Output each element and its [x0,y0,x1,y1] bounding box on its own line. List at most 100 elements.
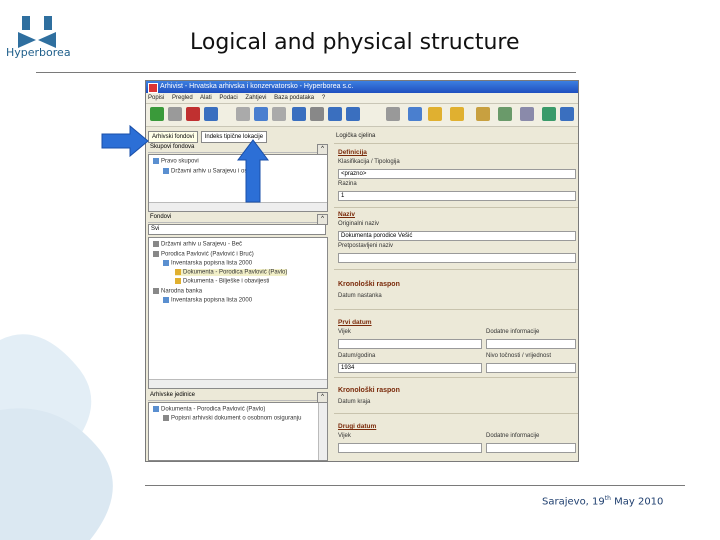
tree-item[interactable]: Inventarska popisna lista 2000 [163,297,252,304]
datum-godina-field[interactable]: 1934 [338,363,482,373]
node-icon [153,241,159,247]
move-up-icon[interactable] [310,107,324,121]
group-icon [163,168,169,174]
folder-icon [175,278,181,284]
move-down-icon[interactable] [328,107,342,121]
label-datum-kraja: Datum kraja [338,399,371,405]
copy-icon[interactable] [168,107,182,121]
toolbar [146,104,578,127]
menu-item-pregled[interactable]: Pregled [172,95,193,101]
arrow-up-icon [237,139,269,203]
notebook-icon[interactable] [476,107,490,121]
separator [334,413,578,414]
section-kronoloski-raspon[interactable]: Kronološki raspon [338,281,400,288]
exit-icon[interactable] [560,107,574,121]
nivo-tocnosti-field[interactable] [486,363,576,373]
note-icon[interactable] [450,107,464,121]
window-titlebar: Arhivist - Hrvatska arhivska i konzervat… [146,81,578,93]
separator [334,207,578,208]
spellcheck-icon[interactable] [498,107,512,121]
separator [334,377,578,378]
section-definicija[interactable]: Definicija [338,149,367,156]
tool-icon[interactable] [272,107,286,121]
section-drugi-datum[interactable]: Drugi datum [338,423,376,430]
window-title: Arhivist - Hrvatska arhivska i konzervat… [160,83,354,90]
tree-item[interactable]: Inventarska popisna lista 2000 [163,260,252,267]
tree-item[interactable]: Državni arhiv u Sarajevu - Beč [153,241,242,248]
print-icon[interactable] [254,107,268,121]
tree-item[interactable]: Narodna banka [153,288,202,295]
cut-icon[interactable] [386,107,400,121]
tree-item[interactable]: Dokumenta - Bilješke i obavijesti [175,278,269,285]
add-icon[interactable] [150,107,164,121]
tree-item-selected[interactable]: Dokumenta - Porodica Pavlović (Pavlo) [175,269,288,276]
razina-field[interactable]: 1 [338,191,576,201]
label-klasifikacija: Klasifikacija / Tipologija [338,159,400,165]
details-pane: Logička cjelina Definicija Klasifikacija… [334,131,578,461]
panel-header-fondovi: Fondovi [148,213,326,223]
application-window: Arhivist - Hrvatska arhivska i konzervat… [145,80,579,462]
label-razina: Razina [338,181,357,187]
app-icon [148,83,158,93]
menu-item-zahtjevi[interactable]: Zahtjevi [245,95,266,101]
tree-item[interactable]: Porodica Pavlović (Pavlović i Bruć) [153,251,254,258]
dodatne-informacije-field[interactable] [486,339,576,349]
menu-item-baza[interactable]: Baza podataka [274,95,314,101]
vijek-field[interactable] [338,339,482,349]
top-divider [36,72,576,73]
menu-bar: Popisi Pregled Alati Podaci Zahtjevi Baz… [146,93,578,104]
label-nivo-tocnosti: Nivo točnosti / vrijednost [486,353,552,359]
panel-header-jedinice: Arhivske jedinice [148,391,326,401]
klasifikacija-field[interactable]: <prazno> [338,169,576,179]
dodatne-informacije-2-field[interactable] [486,443,576,453]
tree-item[interactable]: Dokumenta - Porodica Pavlović (Pavlo) [153,406,265,413]
section-kronoloski-raspon-2[interactable]: Kronološki raspon [338,387,400,394]
arrow-right-icon [101,124,149,158]
menu-item-alati[interactable]: Alati [200,95,212,101]
label-datum-godina: Datum/godina [338,353,376,359]
label-vijek: Vijek [338,329,351,335]
move-bottom-icon[interactable] [346,107,360,121]
label-vijek-2: Vijek [338,433,351,439]
footer-text: Sarajevo, 19th May 2010 [542,495,664,508]
delete-icon[interactable] [186,107,200,121]
vijek-2-field[interactable] [338,443,482,453]
fondovi-filter-select[interactable]: Svi [148,224,326,235]
label-pretpostavljeni-naziv: Pretpostavljeni naziv [338,243,394,249]
group-icon [153,158,159,164]
decorative-shape [0,334,113,540]
node-icon [153,251,159,257]
logo-text: Hyperborea [6,46,71,59]
folder-icon [175,269,181,275]
unit-icon [153,406,159,412]
tab-arhivski-fondovi[interactable]: Arhivski fondovi [148,131,199,143]
folder-icon[interactable] [428,107,442,121]
menu-item-help[interactable]: ? [322,95,325,101]
tree-item[interactable]: Popisni arhivski dokument o osobnom osig… [163,415,301,422]
tree-item[interactable]: Pravo skupovi [153,158,199,165]
separator [334,309,578,310]
tree-fondovi: Državni arhiv u Sarajevu - Beč Porodica … [148,237,328,389]
menu-item-popisi[interactable]: Popisi [148,95,164,101]
section-prvi-datum[interactable]: Prvi datum [338,319,372,326]
section-naziv[interactable]: Naziv [338,211,355,218]
settings-icon[interactable] [520,107,534,121]
pretpostavljeni-naziv-field[interactable] [338,253,576,263]
list-icon [163,260,169,266]
paste-icon[interactable] [408,107,422,121]
book-icon[interactable] [236,107,250,121]
horizontal-scrollbar[interactable] [149,379,327,388]
list-icon [163,297,169,303]
tree-jedinice: Dokumenta - Porodica Pavlović (Pavlo) Po… [148,402,328,461]
node-icon [153,288,159,294]
vertical-scrollbar[interactable] [318,403,327,460]
slide-title: Logical and physical structure [190,30,520,55]
document-icon [163,415,169,421]
separator [334,269,578,270]
menu-item-podaci[interactable]: Podaci [219,95,237,101]
originalni-naziv-field[interactable]: Dokumenta porodice Vešić [338,231,576,241]
move-top-icon[interactable] [292,107,306,121]
label-dodatne-informacije: Dodatne informacije [486,329,540,335]
export-icon[interactable] [542,107,556,121]
refresh-icon[interactable] [204,107,218,121]
